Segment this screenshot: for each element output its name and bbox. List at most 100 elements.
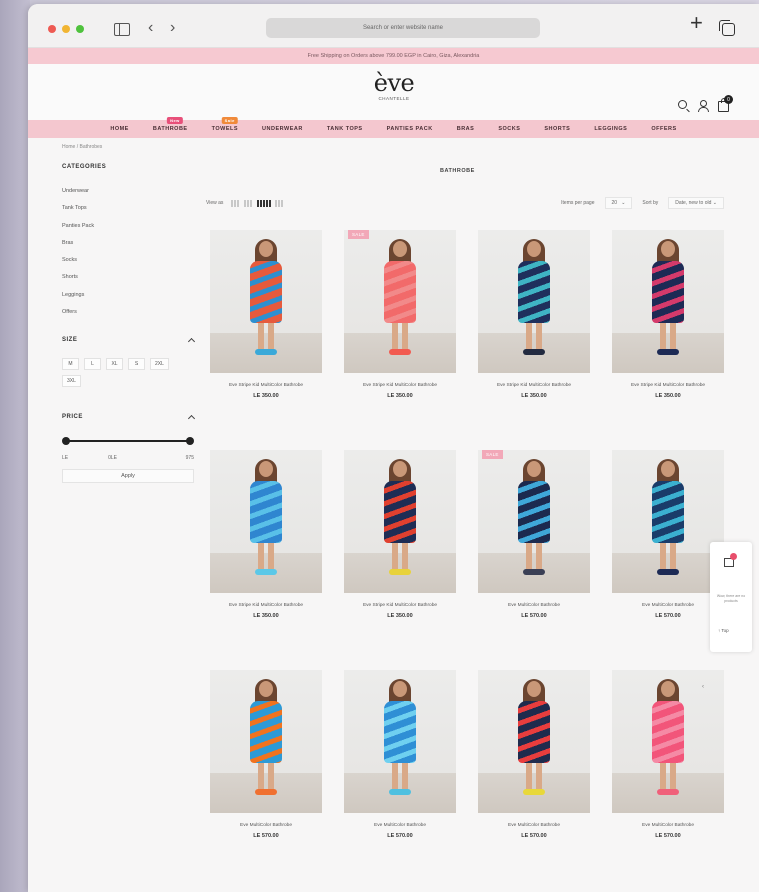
nav-item-socks[interactable]: SOCKS [486,126,532,132]
cart-count-badge: 0 [724,95,733,104]
category-item[interactable]: Offers [62,309,194,326]
product-name[interactable]: Eve Stripe Kid MultiColor Bathrobe [478,383,590,388]
grid-4-icon[interactable] [257,199,272,207]
product-card[interactable]: SALE Eve Stripe Kid MultiColor Bathrobe LE… [344,230,456,399]
address-bar[interactable]: Search or enter website name [266,18,540,38]
nav-item-shorts[interactable]: SHORTS [532,126,582,132]
nav-item-bathrobe[interactable]: BATHROBE New [141,117,200,132]
nav-item-offers[interactable]: OFFERS [639,126,688,132]
price-slider-min-handle[interactable] [62,437,70,446]
price-filter-header[interactable]: PRICE [62,413,196,423]
product-name[interactable]: Eve MultiColor Bathrobe [478,603,590,608]
product-card[interactable]: Eve MultiColor Bathrobe LE 570.00 [344,670,456,839]
main-nav: HOME BATHROBE New TOWELS Sale UNDERWEAR TANK T… [28,117,759,138]
product-image[interactable] [478,230,590,373]
model-head [527,681,541,697]
tab-overview-icon[interactable] [719,20,735,36]
product-card[interactable]: Eve MultiColor Bathrobe LE 570.00 [612,450,724,619]
size-filter-header[interactable]: SIZE [62,336,196,346]
product-card[interactable]: Eve MultiColor Bathrobe LE 570.00 [612,670,724,839]
product-card[interactable]: Eve Stripe Kid MultiColor Bathrobe LE 350… [344,450,456,619]
size-option[interactable]: M [62,358,79,371]
search-icon[interactable] [678,100,687,109]
product-name[interactable]: Eve Stripe Kid MultiColor Bathrobe [612,383,724,388]
sort-select[interactable]: Date, new to old ⌄ [668,197,724,209]
zoom-window-button[interactable] [76,25,84,33]
product-image[interactable] [210,450,322,593]
size-option[interactable]: L [84,358,101,371]
product-image[interactable]: SALE [478,450,590,593]
product-image[interactable] [210,670,322,813]
size-option[interactable]: 2XL [150,358,169,371]
category-item[interactable]: Underwear [62,188,194,205]
forward-icon[interactable]: › [170,19,175,37]
product-card[interactable]: SALE Eve MultiColor Bathrobe LE 570.00 [478,450,590,619]
slippers [389,349,411,355]
product-card[interactable]: Eve Stripe Kid MultiColor Bathrobe LE 350… [210,230,322,399]
nav-item-panties-pack[interactable]: PANTIES PACK [375,126,445,132]
product-name[interactable]: Eve MultiColor Bathrobe [612,603,724,608]
cart-icon[interactable]: 0 [718,95,733,112]
sidebar-toggle-icon[interactable] [114,23,130,36]
close-window-button[interactable] [48,25,56,33]
product-card[interactable]: Eve Stripe Kid MultiColor Bathrobe LE 350… [478,230,590,399]
product-card[interactable]: Eve MultiColor Bathrobe LE 570.00 [210,670,322,839]
nav-item-underwear[interactable]: UNDERWEAR [250,126,315,132]
bathrobe [652,481,684,543]
site-logo[interactable]: ève CHANTELLE [366,70,422,101]
grid-2-icon[interactable] [231,199,241,207]
nav-item-home[interactable]: HOME [98,126,141,132]
category-item[interactable]: Tank Tops [62,205,194,222]
product-name[interactable]: Eve Stripe Kid MultiColor Bathrobe [344,603,456,608]
category-item[interactable]: Bras [62,240,194,257]
price-slider[interactable] [62,437,194,446]
category-item[interactable]: Socks [62,257,194,274]
grid-3-icon[interactable] [244,199,254,207]
apply-price-button[interactable]: Apply [62,469,194,484]
product-name[interactable]: Eve MultiColor Bathrobe [478,823,590,828]
floating-cart-panel: Wow, there are no products ↑ Top [710,542,752,652]
product-image[interactable] [344,450,456,593]
nav-item-towels[interactable]: TOWELS Sale [200,117,250,132]
price-to-input[interactable]: 975 [186,455,194,461]
product-card[interactable]: Eve MultiColor Bathrobe LE 570.00 [478,670,590,839]
product-card[interactable]: Eve Stripe Kid MultiColor Bathrobe LE 350… [210,450,322,619]
product-name[interactable]: Eve MultiColor Bathrobe [612,823,724,828]
product-image[interactable] [612,450,724,593]
product-image[interactable] [210,230,322,373]
nav-item-tank-tops[interactable]: TANK TOPS [315,126,375,132]
product-card[interactable]: Eve Stripe Kid MultiColor Bathrobe LE 350… [612,230,724,399]
size-option[interactable]: S [128,358,145,371]
product-name[interactable]: Eve MultiColor Bathrobe [210,823,322,828]
back-to-top-button[interactable]: ↑ Top [718,628,729,633]
chevron-up-icon[interactable] [187,415,196,423]
nav-badge: Sale [221,117,238,124]
chevron-up-icon[interactable] [187,338,196,346]
category-item[interactable]: Panties Pack [62,223,194,240]
product-name[interactable]: Eve Stripe Kid MultiColor Bathrobe [344,383,456,388]
list-view-icon[interactable] [275,199,285,207]
back-icon[interactable]: ‹ [148,19,153,37]
items-per-page-select[interactable]: 20 ⌄ [604,197,633,209]
model-head [527,241,541,257]
product-name[interactable]: Eve MultiColor Bathrobe [344,823,456,828]
size-option[interactable]: 3XL [62,375,81,388]
product-image[interactable] [612,230,724,373]
category-item[interactable]: Leggings [62,292,194,309]
product-image[interactable] [344,670,456,813]
view-as-label: View as [206,200,224,206]
product-image[interactable] [612,670,724,813]
category-item[interactable]: Shorts [62,274,194,291]
product-image[interactable] [478,670,590,813]
size-option[interactable]: XL [106,358,123,371]
product-name[interactable]: Eve Stripe Kid MultiColor Bathrobe [210,603,322,608]
panel-collapse-icon[interactable]: ‹ [702,684,704,690]
product-name[interactable]: Eve Stripe Kid MultiColor Bathrobe [210,383,322,388]
new-tab-icon[interactable]: + [690,12,703,34]
product-image[interactable]: SALE [344,230,456,373]
minimize-window-button[interactable] [62,25,70,33]
price-slider-max-handle[interactable] [186,437,194,446]
nav-item-bras[interactable]: BRAS [445,126,487,132]
user-icon[interactable] [697,100,709,112]
nav-item-leggings[interactable]: LEGGINGS [582,126,639,132]
